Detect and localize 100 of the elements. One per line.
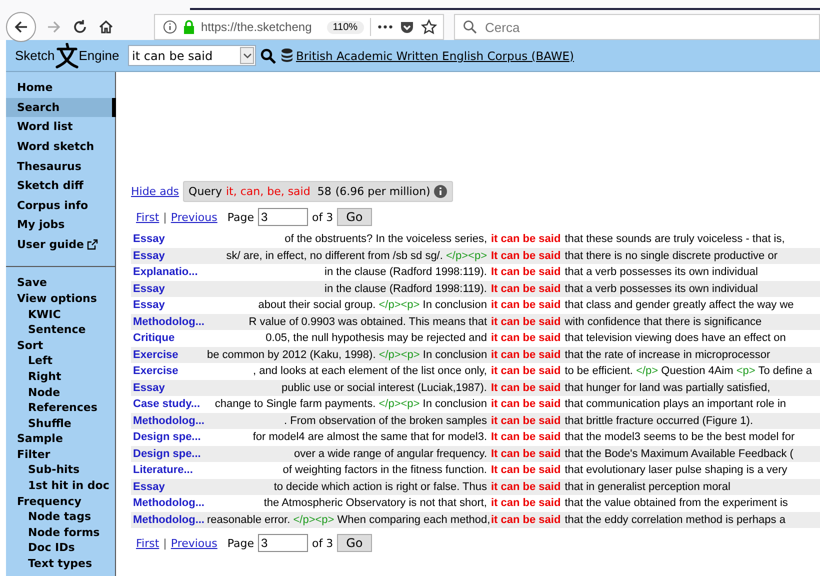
sidebar-subitem[interactable]: Node forms — [6, 524, 115, 540]
home-icon[interactable] — [98, 19, 114, 35]
document-reference-link[interactable]: Essay — [131, 299, 203, 312]
context-text: in the clause (Radford 1998:119). — [324, 282, 487, 295]
sidebar-item[interactable]: View options — [6, 290, 115, 307]
hide-ads-link[interactable]: Hide ads — [131, 185, 180, 198]
sidebar-subitem[interactable]: Node tags — [6, 509, 115, 525]
separator: | — [163, 536, 167, 550]
document-reference-link[interactable]: Exercise — [131, 365, 203, 378]
back-button[interactable] — [6, 12, 36, 42]
sidebar-item[interactable]: Thesaurus — [6, 156, 115, 176]
document-reference-link[interactable]: Essay — [131, 250, 203, 262]
context-text: that evolutionary laser pulse shaping is a very — [564, 464, 788, 476]
page-number-field[interactable]: 3 — [258, 534, 308, 552]
document-reference-link[interactable]: Essay — [131, 382, 203, 394]
context-text: that these sounds are truly voiceless - that is, — [564, 233, 785, 246]
context-text: to be efficient. — [564, 365, 633, 378]
context-text: in the clause (Radford 1998:119). — [324, 266, 487, 278]
sidebar-item[interactable]: Sort — [6, 338, 115, 354]
frequency-per-million: (6.96 per million) — [335, 185, 430, 198]
document-reference-link[interactable]: Critique — [131, 332, 203, 344]
query-dropdown[interactable]: it can be said — [128, 45, 256, 66]
go-button[interactable]: Go — [337, 534, 372, 552]
keyword-in-context: it can be said — [491, 299, 561, 312]
context-text: . From observation of the broken samples — [284, 414, 487, 427]
query-label: Query — [188, 185, 222, 198]
document-reference-link[interactable]: Design spe... — [131, 431, 203, 444]
caret-icon — [242, 52, 252, 58]
keyword-in-context: It can be said — [491, 464, 561, 476]
document-reference-link[interactable]: Design spe... — [131, 448, 203, 460]
sidebar-item[interactable]: Save — [6, 275, 115, 291]
keyword-in-context: it can be said — [491, 348, 561, 361]
context-text: of the obstruents? In the voiceless series, — [284, 233, 487, 246]
document-reference-link[interactable]: Methodolog... — [131, 514, 203, 526]
sidebar-subitem[interactable]: Sub-hits — [6, 462, 115, 478]
markup-tag: </p><p> — [378, 398, 420, 410]
sidebar-item[interactable]: Frequency — [6, 494, 115, 510]
external-link-icon — [87, 239, 98, 250]
sidebar-item[interactable]: Filter — [6, 446, 115, 462]
document-reference-link[interactable]: Exercise — [131, 348, 203, 361]
keyword-in-context: it can be said — [491, 316, 561, 328]
sidebar-item[interactable]: Sample — [6, 431, 115, 447]
sidebar-item[interactable]: My jobs — [6, 215, 115, 235]
search-field[interactable]: Cerca — [454, 14, 820, 40]
info-icon[interactable] — [163, 20, 177, 34]
markup-tag: </p> — [636, 365, 658, 378]
page-actions-menu[interactable]: ••• — [376, 20, 393, 34]
zoom-level[interactable]: 110% — [326, 20, 364, 34]
sidebar-subitem[interactable]: Doc IDs — [6, 540, 115, 556]
context-text: that brittle fracture occurred (Figure 1). — [564, 414, 753, 427]
sidebar-item[interactable]: Sketch diff — [6, 176, 115, 196]
keyword-in-context: it can be said — [491, 514, 561, 526]
sidebar-item[interactable]: Corpus info — [6, 196, 115, 216]
star-icon[interactable] — [421, 19, 437, 35]
info-icon[interactable] — [434, 185, 448, 198]
document-reference-link[interactable]: Essay — [131, 282, 203, 295]
context-text: When comparing each method, — [337, 514, 490, 526]
context-text: In conclusion — [422, 398, 487, 410]
first-page-link[interactable]: First — [136, 536, 160, 550]
sidebar-subitem[interactable]: KWIC — [6, 306, 115, 322]
document-reference-link[interactable]: Essay — [131, 480, 203, 493]
sidebar-subitem[interactable]: References — [6, 400, 115, 416]
corpus-link[interactable]: British Academic Written English Corpus (BAWE) — [296, 48, 574, 62]
document-reference-link[interactable]: Literature... — [131, 464, 203, 476]
search-icon[interactable] — [260, 48, 276, 64]
context-text: change to Single farm payments. — [214, 398, 376, 410]
document-reference-link[interactable]: Explanatio... — [131, 266, 203, 278]
sidebar-subitem[interactable]: Right — [6, 368, 115, 384]
markup-tag: </p><p> — [293, 514, 334, 526]
sidebar-subitem[interactable]: Shuffle — [6, 416, 115, 432]
pocket-icon[interactable] — [399, 19, 415, 35]
context-text: over a wide range of angular frequency. — [294, 448, 487, 460]
sidebar-subitem[interactable]: Left — [6, 353, 115, 369]
page-number-field[interactable]: 3 — [258, 208, 308, 226]
sidebar-subitem[interactable]: Node — [6, 384, 115, 400]
document-reference-link[interactable]: Methodolog... — [131, 497, 203, 510]
sidebar-subitem[interactable]: 1st hit in doc — [6, 478, 115, 494]
context-text: be common by 2012 (Kaku, 1998). — [207, 348, 376, 361]
context-text: that the eddy correlation method is perhaps a — [564, 514, 786, 526]
keyword-in-context: it can be said — [491, 233, 561, 246]
previous-page-link[interactable]: Previous — [170, 210, 218, 224]
address-bar[interactable]: https://the.sketcheng 110% ••• — [154, 14, 444, 40]
sidebar-item[interactable]: User guide — [6, 234, 115, 254]
logo-icon — [54, 42, 79, 68]
sidebar-subitem[interactable]: Text types — [6, 556, 115, 572]
go-button[interactable]: Go — [337, 208, 372, 226]
document-reference-link[interactable]: Essay — [131, 233, 203, 246]
document-reference-link[interactable]: Case study... — [131, 398, 203, 410]
document-reference-link[interactable]: Methodolog... — [131, 414, 203, 427]
sidebar-item[interactable]: Home — [6, 78, 115, 98]
markup-tag: </p><p> — [378, 299, 420, 312]
first-page-link[interactable]: First — [136, 210, 160, 224]
sidebar-subitem[interactable]: Sentence — [6, 322, 115, 338]
sidebar-item[interactable]: Search — [6, 98, 116, 118]
document-reference-link[interactable]: Methodolog... — [131, 316, 203, 328]
sidebar-item[interactable]: Word sketch — [6, 136, 115, 156]
reload-icon[interactable] — [72, 19, 88, 35]
previous-page-link[interactable]: Previous — [170, 536, 218, 550]
sidebar-item[interactable]: Word list — [6, 117, 115, 137]
keyword-in-context: it can be said — [491, 497, 561, 510]
